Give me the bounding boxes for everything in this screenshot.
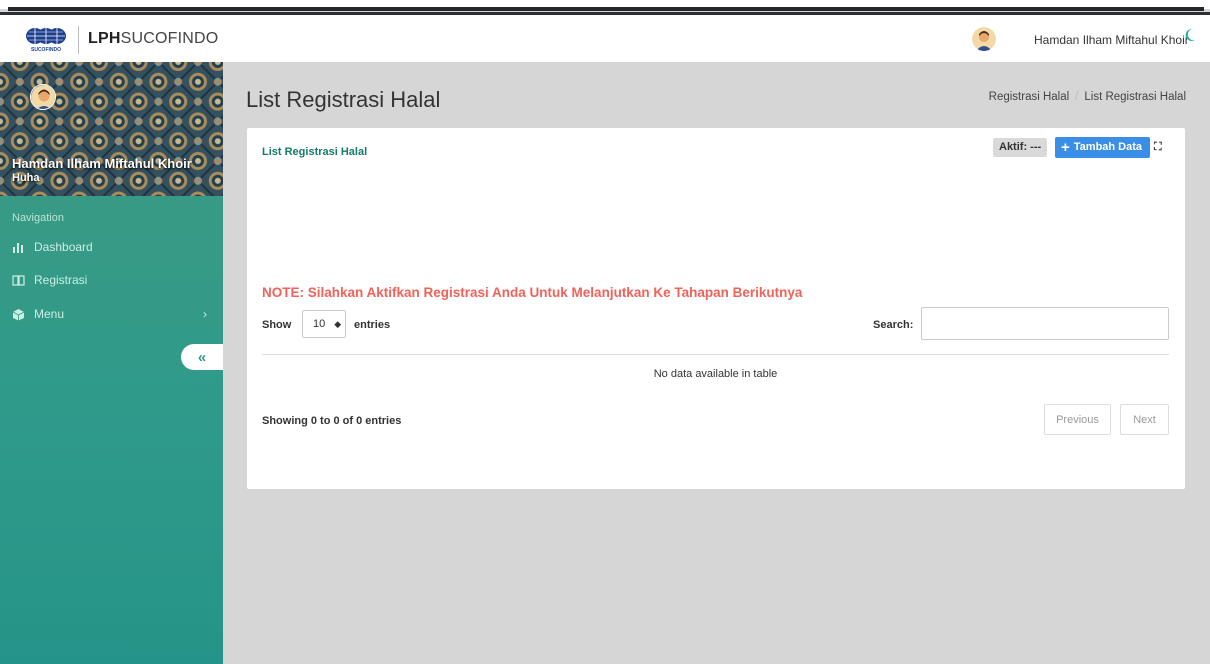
profile-role: Huha — [12, 172, 40, 184]
expand-icon[interactable]: ⛶ — [1154, 141, 1162, 154]
sidebar-item-menu[interactable]: Menu › — [12, 307, 207, 321]
profile-avatar[interactable] — [30, 84, 56, 110]
breadcrumb-item-registrasi-halal[interactable]: Registrasi Halal — [989, 91, 1070, 103]
brand-rest: SUCOFINDO — [120, 30, 219, 47]
previous-page-button[interactable]: Previous — [1044, 404, 1111, 435]
entries-per-page-value: 10 — [313, 318, 326, 330]
user-name[interactable]: Hamdan Ilham Miftahul Khoir — [1034, 33, 1189, 47]
profile-name: Hamdan Ilham Miftahul Khoir — [12, 156, 192, 171]
sidebar-item-dashboard[interactable]: Dashboard — [12, 240, 207, 254]
user-avatar[interactable] — [972, 27, 996, 51]
sort-caret-icon: ◆ — [334, 318, 342, 329]
navigation-heading: Navigation — [12, 212, 64, 224]
window-top-strip — [0, 0, 1210, 11]
moon-icon[interactable] — [1184, 28, 1196, 45]
activation-note: NOTE: Silahkan Aktifkan Registrasi Anda … — [262, 285, 803, 300]
search-input[interactable] — [921, 307, 1169, 340]
top-dark-bar — [8, 7, 1204, 11]
aktif-status-badge: Aktif: --- — [993, 138, 1048, 157]
table-info: Showing 0 to 0 of 0 entries — [262, 415, 402, 427]
sidebar: Hamdan Ilham Miftahul Khoir Huha Navigat… — [0, 62, 223, 664]
entries-label: entries — [354, 319, 391, 331]
breadcrumb: Registrasi Halal / List Registrasi Halal — [989, 91, 1186, 103]
plus-icon: + — [1061, 139, 1070, 156]
sidebar-collapse-button[interactable]: « — [181, 344, 223, 370]
book-icon — [12, 274, 28, 286]
tambah-data-label: Tambah Data — [1073, 141, 1143, 153]
show-label: Show — [262, 319, 292, 331]
brand-bold: LPH — [88, 30, 121, 47]
search-label: Search: — [873, 319, 914, 331]
table-empty-row: No data available in table — [653, 368, 778, 380]
page-title: List Registrasi Halal — [246, 87, 441, 112]
top-header: SUCOFINDO LPHSUCOFINDO Hamdan Ilham Mift… — [0, 12, 1210, 62]
table-header-divider — [262, 354, 1169, 355]
sidebar-item-label: Menu — [34, 307, 65, 321]
sidebar-item-label: Registrasi — [34, 273, 88, 287]
cube-icon — [12, 308, 28, 321]
logo-caption: SUCOFINDO — [31, 47, 61, 53]
entries-per-page-select[interactable]: 10 ◆ — [302, 310, 346, 338]
next-page-button[interactable]: Next — [1120, 404, 1169, 435]
chevron-right-icon: › — [203, 307, 207, 321]
sidebar-item-registrasi[interactable]: Registrasi — [12, 273, 207, 287]
card-title: List Registrasi Halal — [262, 146, 368, 158]
breadcrumb-item-current: List Registrasi Halal — [1084, 91, 1186, 103]
bar-chart-icon — [12, 241, 28, 253]
registrasi-card: List Registrasi Halal Aktif: --- + Tamba… — [247, 128, 1185, 489]
brand-name[interactable]: LPHSUCOFINDO — [88, 30, 218, 48]
sucofindo-logo-icon[interactable]: SUCOFINDO — [24, 27, 68, 53]
sidebar-item-label: Dashboard — [34, 240, 93, 254]
breadcrumb-separator: / — [1075, 91, 1079, 103]
sidebar-profile: Hamdan Ilham Miftahul Khoir Huha — [0, 62, 223, 196]
tambah-data-button[interactable]: + Tambah Data — [1055, 137, 1151, 158]
brand-divider — [78, 26, 79, 54]
